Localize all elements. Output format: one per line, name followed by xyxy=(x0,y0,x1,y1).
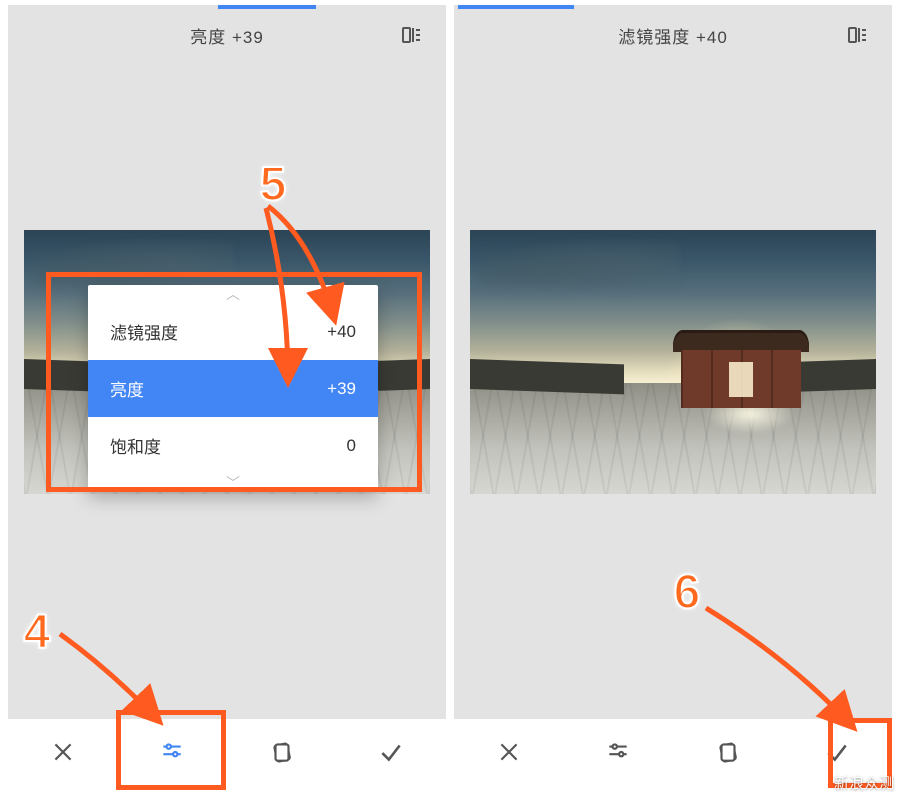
watermark-text: 新浪众测 xyxy=(834,772,894,793)
styles-button[interactable] xyxy=(673,719,783,785)
watermark-cube-icon xyxy=(806,771,828,793)
chevron-down-icon: ﹀ xyxy=(88,474,378,492)
editor-top-bar: 滤镜强度 +40 xyxy=(454,5,892,65)
menu-row-saturation[interactable]: 饱和度 0 xyxy=(88,417,378,474)
menu-row-value: +40 xyxy=(327,322,356,342)
phone-screen-right: 滤镜强度 +40 xyxy=(454,5,892,785)
chevron-up-icon: ︿ xyxy=(88,285,378,303)
cancel-button[interactable] xyxy=(8,719,118,785)
watermark: 新浪众测 xyxy=(806,771,894,793)
adjust-parameter-menu[interactable]: ︿ 滤镜强度 +40 亮度 +39 饱和度 0 ﹀ xyxy=(88,285,378,492)
adjust-title: 滤镜强度 +40 xyxy=(618,23,728,48)
editor-top-bar: 亮度 +39 xyxy=(8,5,446,65)
menu-row-value: 0 xyxy=(347,436,356,456)
menu-row-label: 亮度 xyxy=(110,376,144,401)
styles-button[interactable] xyxy=(227,719,337,785)
menu-row-value: +39 xyxy=(327,379,356,399)
menu-row-brightness[interactable]: 亮度 +39 xyxy=(88,360,378,417)
menu-row-filter-strength[interactable]: 滤镜强度 +40 xyxy=(88,303,378,360)
adjust-button[interactable] xyxy=(564,719,674,785)
preview-image[interactable] xyxy=(470,230,876,494)
compare-icon[interactable] xyxy=(400,23,424,47)
menu-row-label: 滤镜强度 xyxy=(110,319,178,344)
apply-button[interactable] xyxy=(337,719,447,785)
menu-row-label: 饱和度 xyxy=(110,433,161,458)
phone-screen-left: 亮度 +39 ︿ 滤镜强度 +40 xyxy=(8,5,446,785)
compare-icon[interactable] xyxy=(846,23,870,47)
editor-bottom-toolbar xyxy=(8,719,446,785)
cancel-button[interactable] xyxy=(454,719,564,785)
adjust-title: 亮度 +39 xyxy=(190,23,264,48)
adjust-button[interactable] xyxy=(118,719,228,785)
